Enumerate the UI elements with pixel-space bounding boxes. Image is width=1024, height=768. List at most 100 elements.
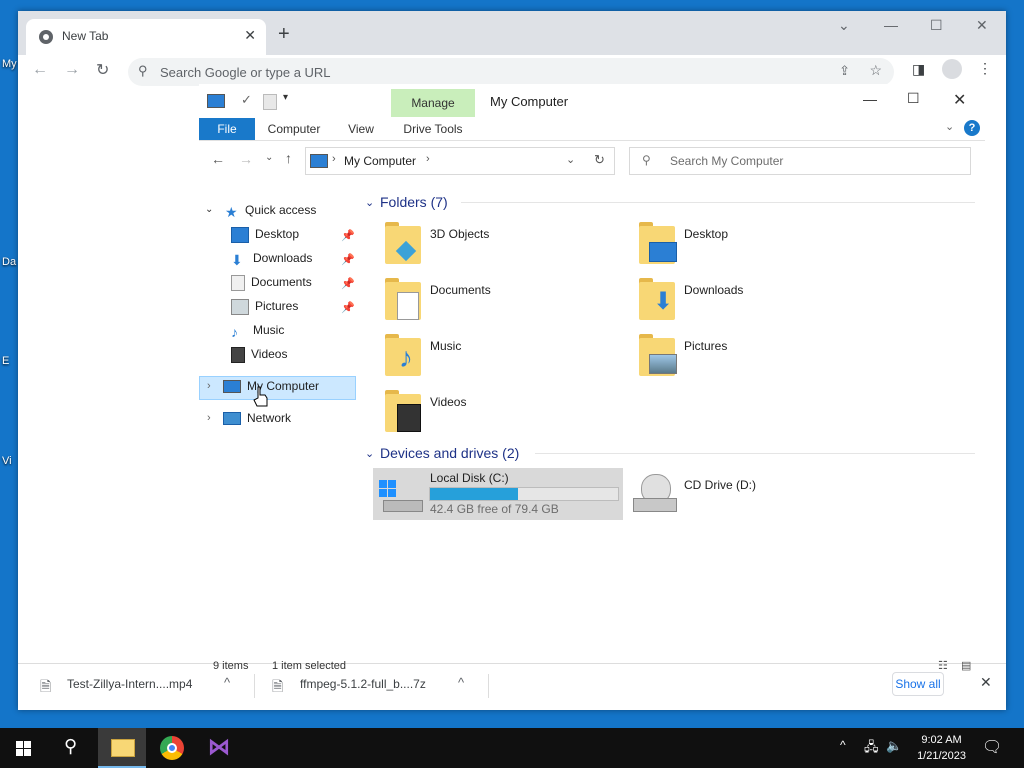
up-icon[interactable]: ↑ (285, 150, 292, 166)
forward-icon[interactable]: → (239, 151, 253, 167)
manage-contextual-tab[interactable]: Manage (391, 89, 475, 117)
desktop-icon-label[interactable]: Da (2, 256, 16, 268)
devices-heading[interactable]: Devices and drives (2) (380, 445, 519, 461)
drive-label-d[interactable]: CD Drive (D:) (684, 478, 756, 492)
expand-icon[interactable]: › (207, 412, 211, 424)
show-all-button[interactable]: Show all (892, 672, 944, 696)
help-icon[interactable]: ? (964, 120, 980, 136)
clock[interactable]: 9:02 AM 1/21/2023 (917, 732, 966, 764)
maximize-button[interactable]: ☐ (930, 17, 943, 34)
large-icons-view-icon[interactable]: ▤ (961, 659, 971, 672)
expand-ribbon-icon[interactable]: ⌄ (945, 120, 954, 133)
collapse-icon[interactable]: ⌄ (205, 204, 213, 215)
minimize-button[interactable]: — (863, 91, 877, 107)
clock-time: 9:02 AM (921, 734, 962, 746)
bookmark-star-icon[interactable]: ☆ (869, 62, 882, 79)
expand-icon[interactable]: › (207, 380, 211, 392)
nav-network[interactable]: Network (223, 411, 291, 426)
nav-my-computer-row[interactable]: My Computer (223, 379, 319, 394)
tab-file[interactable]: File (199, 118, 255, 140)
close-download-bar-icon[interactable]: ✕ (980, 674, 992, 691)
volume-icon[interactable]: 🔈 (886, 738, 902, 754)
folder-label-pictures[interactable]: Pictures (684, 339, 727, 353)
search-field[interactable]: ⚲ Search My Computer (629, 147, 971, 175)
folder-icon[interactable] (385, 390, 421, 432)
properties-icon[interactable]: ✓ (241, 92, 252, 108)
collapse-group-icon[interactable]: ⌄ (365, 447, 374, 460)
network-icon[interactable]: 🖧 (864, 738, 879, 760)
folder-icon[interactable]: ⬇ (639, 278, 675, 320)
reload-icon[interactable]: ↻ (96, 60, 109, 80)
folder-label-videos[interactable]: Videos (430, 395, 466, 409)
refresh-icon[interactable]: ↻ (594, 152, 605, 168)
visual-studio-taskbar-button[interactable]: ⋈ (196, 728, 244, 768)
tab-computer[interactable]: Computer (261, 118, 327, 140)
folder-icon[interactable] (385, 278, 421, 320)
folder-icon[interactable] (639, 334, 677, 376)
new-folder-icon[interactable] (263, 94, 277, 110)
download-item-name[interactable]: ffmpeg-5.1.2-full_b....7z (300, 677, 426, 691)
close-button[interactable]: ✕ (953, 90, 966, 110)
download-options-icon[interactable]: ^ (458, 675, 464, 690)
folder-label-downloads[interactable]: Downloads (684, 283, 743, 297)
back-icon[interactable]: ← (32, 61, 48, 79)
nav-quick-access[interactable]: ★ Quick access (225, 203, 316, 220)
forward-icon[interactable]: → (64, 61, 80, 79)
download-item-name[interactable]: Test-Zillya-Intern....mp4 (67, 677, 192, 691)
folder-label-desktop[interactable]: Desktop (684, 227, 728, 241)
chevron-right-icon[interactable]: › (426, 153, 430, 165)
address-bar[interactable]: › My Computer › ⌄ ↻ (305, 147, 615, 175)
details-view-icon[interactable]: ☷ (938, 659, 948, 672)
omnibox-placeholder: Search Google or type a URL (160, 65, 331, 80)
profile-avatar-icon[interactable] (942, 59, 962, 79)
close-tab-icon[interactable]: ✕ (244, 27, 256, 44)
show-hidden-icons-icon[interactable]: ^ (840, 738, 846, 752)
file-explorer-taskbar-button[interactable] (98, 728, 146, 768)
folder-label-documents[interactable]: Documents (430, 283, 491, 297)
tab-title: New Tab (62, 29, 109, 43)
chrome-taskbar-button[interactable] (148, 728, 196, 768)
desktop-icon-label[interactable]: Vi (2, 455, 12, 467)
download-options-icon[interactable]: ^ (224, 675, 230, 690)
nav-item-pictures[interactable]: Pictures (231, 299, 298, 315)
recent-locations-icon[interactable]: ⌄ (265, 152, 273, 163)
new-tab-button[interactable]: + (278, 23, 290, 46)
address-dropdown-icon[interactable]: ⌄ (566, 153, 575, 166)
desktop-icon-label[interactable]: E (2, 355, 9, 367)
divider (254, 674, 255, 698)
tab-view[interactable]: View (339, 118, 383, 140)
folders-heading[interactable]: Folders (7) (380, 194, 448, 210)
desktop-icon-label[interactable]: My (2, 58, 17, 70)
nav-item-downloads[interactable]: ⬇ Downloads (231, 251, 312, 268)
share-icon[interactable]: ⇪ (839, 63, 850, 79)
search-button[interactable]: ⚲ (48, 728, 96, 768)
maximize-button[interactable]: ☐ (907, 90, 920, 107)
folder-icon[interactable] (385, 222, 421, 264)
back-icon[interactable]: ← (211, 151, 225, 167)
folder-icon[interactable]: ♪ (385, 334, 421, 376)
side-panel-icon[interactable]: ◨ (912, 61, 925, 78)
search-icon: ⚲ (138, 63, 148, 78)
cd-drive-icon[interactable] (633, 474, 677, 516)
nav-item-videos[interactable]: Videos (231, 347, 287, 363)
collapse-group-icon[interactable]: ⌄ (365, 196, 374, 209)
nav-item-desktop[interactable]: Desktop (231, 227, 299, 243)
browser-tab[interactable]: New Tab ✕ (26, 19, 266, 55)
start-button[interactable] (0, 728, 48, 768)
address-path[interactable]: My Computer (344, 154, 416, 168)
nav-item-documents[interactable]: Documents (231, 275, 312, 291)
nav-item-music[interactable]: ♪ Music (231, 323, 284, 340)
close-window-button[interactable]: ✕ (976, 17, 988, 34)
divider (488, 674, 489, 698)
omnibox[interactable]: ⚲ Search Google or type a URL ⇪ ☆ (128, 58, 894, 86)
folder-label-music[interactable]: Music (430, 339, 461, 353)
notifications-icon[interactable]: 🗨 (982, 737, 1002, 757)
drive-label-c[interactable]: Local Disk (C:) (430, 471, 509, 485)
folder-label-3d-objects[interactable]: 3D Objects (430, 227, 489, 241)
minimize-button[interactable]: — (884, 17, 898, 33)
customize-dropdown-icon[interactable]: ▾ (283, 92, 288, 103)
tab-search-icon[interactable]: ⌄ (838, 17, 850, 34)
tab-drive-tools[interactable]: Drive Tools (395, 118, 471, 140)
menu-icon[interactable]: ⋮ (978, 60, 992, 77)
folder-icon[interactable] (639, 222, 677, 264)
